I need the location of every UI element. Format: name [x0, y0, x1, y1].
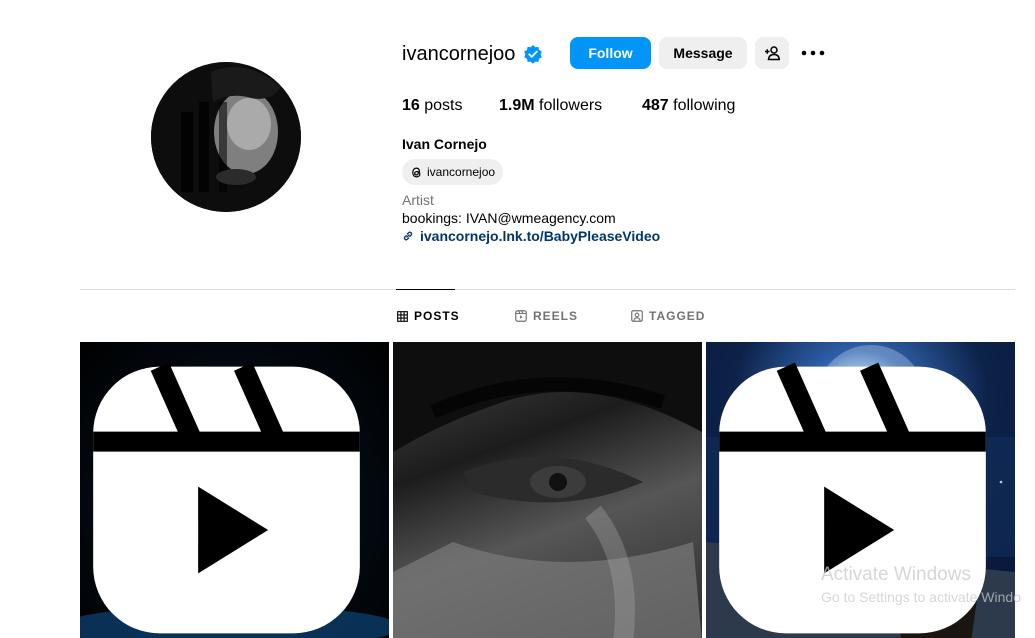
tab-tagged[interactable]: TAGGED: [631, 309, 705, 323]
reel-icon: [93, 362, 360, 634]
more-options-button[interactable]: [800, 40, 826, 66]
username: ivancornejoo: [402, 43, 516, 65]
followers-count-value: 1.9M: [499, 97, 535, 114]
tab-reels-label: REELS: [533, 309, 579, 323]
tabs-divider: [80, 289, 1015, 290]
tagged-icon: [631, 310, 643, 322]
suggested-users-button[interactable]: [755, 37, 789, 69]
message-button[interactable]: Message: [659, 37, 747, 69]
following-count-label: following: [673, 97, 736, 114]
verified-badge-icon: [524, 45, 542, 64]
reels-icon: [515, 310, 527, 322]
tab-tagged-label: TAGGED: [649, 309, 706, 323]
external-link-text: ivancornejo.lnk.to/BabyPleaseVideo: [420, 228, 661, 244]
posts-count: 16 posts: [402, 97, 463, 115]
active-tab-indicator: [396, 289, 455, 290]
profile-avatar[interactable]: [151, 62, 301, 212]
external-link[interactable]: ivancornejo.lnk.to/BabyPleaseVideo: [402, 228, 660, 244]
followers-link[interactable]: 1.9M followers: [499, 97, 602, 115]
tab-posts-label: POSTS: [414, 309, 460, 323]
link-icon: [403, 231, 413, 241]
posts-count-label: posts: [424, 97, 463, 114]
following-link[interactable]: 487 following: [642, 97, 735, 115]
threads-handle: ivancornejoo: [427, 165, 496, 179]
threads-icon: [412, 167, 421, 177]
full-name: Ivan Cornejo: [402, 136, 487, 152]
more-horizontal-icon: [801, 50, 825, 56]
post-tile-1[interactable]: [80, 342, 389, 638]
bio-text: bookings: IVAN@wmeagency.com: [402, 210, 616, 226]
followers-count-label: followers: [539, 97, 603, 114]
post-tile-2[interactable]: [393, 342, 702, 638]
add-user-icon: [765, 46, 780, 61]
post-image-eye-closeup: [393, 342, 702, 638]
profile-category: Artist: [402, 192, 434, 208]
threads-link[interactable]: ivancornejoo: [402, 159, 504, 185]
activate-windows-watermark: Activate Windows: [821, 564, 971, 585]
following-count-value: 487: [642, 97, 669, 114]
follow-button[interactable]: Follow: [570, 37, 651, 69]
activate-windows-subtext: Go to Settings to activate Windo: [821, 589, 1021, 605]
posts-count-value: 16: [402, 97, 420, 114]
grid-icon: [397, 310, 408, 322]
tab-posts[interactable]: POSTS: [397, 309, 460, 323]
tab-reels[interactable]: REELS: [515, 309, 578, 323]
